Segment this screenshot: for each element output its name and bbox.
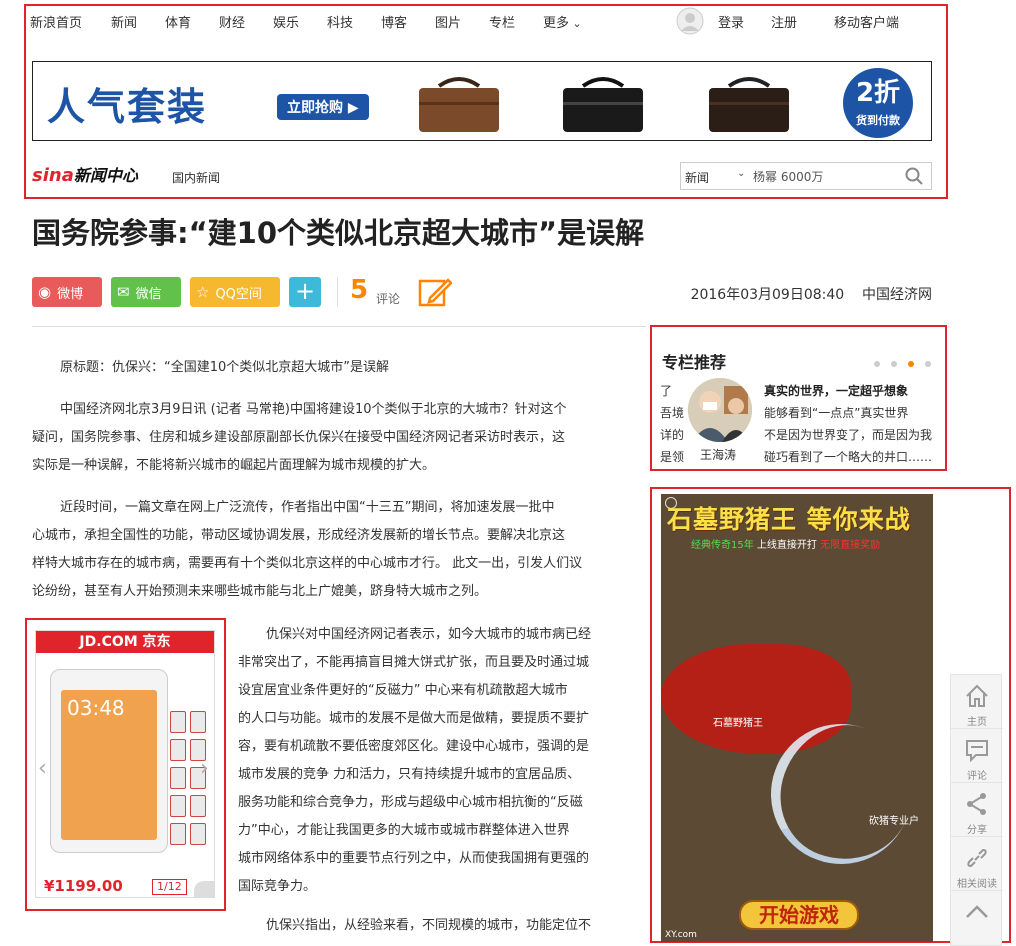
login-link[interactable]: 登录: [718, 12, 744, 31]
share-weibo-button[interactable]: ◉ 微博: [32, 277, 102, 307]
game-ad-title: 石墓野猪王 等你来战: [667, 505, 911, 534]
phone-image: 03:48: [50, 669, 168, 853]
sina-news-logo[interactable]: sina新闻中心: [32, 162, 138, 186]
start-game-button[interactable]: 开始游戏: [739, 900, 859, 930]
channel-header: sina新闻中心 国内新闻 新闻 ⌄: [32, 160, 932, 192]
divider: [337, 277, 338, 307]
chevron-up-icon: [966, 905, 988, 918]
paragraph-2: 中国经济网北京3月9日讯 (记者 马常艳)中国将建设10个类似于北京的大城市？针…: [32, 402, 567, 473]
search-category-select[interactable]: 新闻: [685, 169, 709, 186]
share-wechat-button[interactable]: ✉ 微信: [111, 277, 181, 307]
share-qzone-button[interactable]: ☆ QQ空间: [190, 277, 280, 307]
bag-image-2: [563, 77, 643, 132]
jd-logo: JD.COM 京东: [36, 631, 214, 653]
user-avatar-icon[interactable]: [676, 7, 704, 39]
search-input[interactable]: [753, 167, 893, 185]
wechat-icon: ✉: [117, 283, 130, 301]
chevron-down-icon[interactable]: ⌄: [737, 168, 745, 179]
share-bar: ◉ 微博 ✉ 微信 ☆ QQ空间 + 5 评论 2016年03月09日08:40 中国…: [32, 275, 932, 312]
float-home-button[interactable]: 主页: [951, 675, 1003, 729]
float-share-button[interactable]: 分享: [951, 783, 1003, 837]
paragraph-3: 近段时间，一篇文章在网上广泛流传，作者指出中国“十三五”期间，将加速发展一批中 …: [32, 500, 583, 599]
game-ad[interactable]: 石墓野猪王 等你来战 经典传奇15年 上线直接开打 无限直接奖励 石墓野猪王 砍…: [661, 494, 933, 942]
float-comment-button[interactable]: 评论: [951, 729, 1003, 783]
link-icon: [967, 848, 987, 868]
jd-price: ¥1199.00: [44, 877, 123, 895]
monster-name-label: 石墓野猪王: [713, 718, 763, 729]
weibo-icon: ◉: [38, 283, 52, 301]
column-title: 专栏推荐: [662, 353, 727, 372]
share-icon: [967, 793, 986, 815]
nav-tech[interactable]: 科技: [327, 12, 353, 31]
banner-ad[interactable]: 人气套装 立即抢购 ▶ 2折 货到付款: [32, 61, 932, 141]
column-prev-fragment[interactable]: 了吾境 详的 是领: [660, 380, 686, 468]
comment-label[interactable]: 评论: [376, 290, 400, 307]
nav-photos[interactable]: 图片: [435, 12, 461, 31]
bag-image-1: [419, 77, 499, 132]
search-icon[interactable]: [905, 167, 923, 188]
ad-tag-icon: [194, 881, 214, 897]
nav-sports[interactable]: 体育: [165, 12, 191, 31]
mobile-client-link[interactable]: 移动客户端: [834, 12, 899, 31]
star-icon: ☆: [196, 283, 210, 301]
back-to-top-button[interactable]: [951, 891, 1003, 945]
breadcrumb[interactable]: 国内新闻: [172, 169, 220, 186]
paragraph-5: 仇保兴指出，从经验来看，不同规模的城市，功能定位不: [266, 918, 592, 933]
nav-ent[interactable]: 娱乐: [273, 12, 299, 31]
nav-columns[interactable]: 专栏: [489, 12, 515, 31]
banner-headline: 人气套装: [47, 85, 208, 129]
jd-ad[interactable]: JD.COM 京东 03:48 ‹ › ¥1199.00 1/12: [35, 630, 215, 898]
bag-image-3: [709, 77, 789, 132]
nav-sina-home[interactable]: 新浪首页: [30, 12, 82, 31]
player-name-label: 砍猪专业户: [869, 816, 919, 827]
carousel-dot[interactable]: [874, 361, 880, 367]
author-avatar[interactable]: [688, 378, 752, 442]
discount-badge: 2折 货到付款: [843, 68, 913, 138]
carousel-dots: [874, 352, 942, 371]
edit-comment-icon[interactable]: [418, 276, 453, 312]
more-share-button[interactable]: +: [289, 277, 321, 307]
carousel-prev-icon[interactable]: ‹: [38, 756, 47, 781]
nav-more[interactable]: 更多: [543, 12, 582, 31]
float-toolbar: 主页 评论 分享 相关阅读: [950, 674, 1003, 946]
carousel-dot[interactable]: [891, 361, 897, 367]
news-source[interactable]: 中国经济网: [862, 287, 932, 303]
paragraph-4: 仇保兴对中国经济网记者表示，如今大城市的城市病已经 非常突出了，不能再搞盲目摊大…: [238, 627, 592, 894]
nav-blog[interactable]: 博客: [381, 12, 407, 31]
register-link[interactable]: 注册: [771, 12, 797, 31]
carousel-dot[interactable]: [925, 361, 931, 367]
comment-count[interactable]: 5: [350, 275, 368, 305]
author-name[interactable]: 王海涛: [700, 446, 736, 463]
search-box: 新闻 ⌄: [680, 162, 932, 190]
column-excerpt[interactable]: 真实的世界，一定超乎想象 能够看到“一点点”真实世界 不是因为世界变了，而是因为…: [764, 380, 934, 468]
comment-icon: [966, 740, 988, 763]
game-ad-subtitle: 经典传奇15年 上线直接开打 无限直接奖励: [691, 540, 881, 551]
phone-clock: 03:48: [67, 696, 125, 720]
nav-finance[interactable]: 财经: [219, 12, 245, 31]
article-title: 国务院参事:“建10个类似北京超大城市”是误解: [32, 216, 645, 250]
float-related-button[interactable]: 相关阅读: [951, 837, 1003, 891]
carousel-next-icon[interactable]: ›: [200, 756, 209, 781]
divider-line: [32, 326, 646, 327]
publish-date: 2016年03月09日08:40: [690, 287, 845, 303]
nav-news[interactable]: 新闻: [111, 12, 137, 31]
home-icon: [966, 684, 988, 707]
date-source: 2016年03月09日08:40 中国经济网: [691, 284, 932, 304]
mahjong-tiles-image: [170, 711, 214, 851]
carousel-dot-active[interactable]: [908, 361, 914, 367]
jd-page-indicator: 1/12: [152, 879, 187, 895]
banner-cta-button[interactable]: 立即抢购 ▶: [277, 94, 369, 120]
game-site-label: XY.com: [665, 930, 697, 940]
paragraph-1: 原标题：仇保兴：“全国建10个类似北京超大城市”是误解: [60, 360, 390, 375]
top-navigation: 新浪首页 新闻 体育 财经 娱乐 科技 博客 图片 专栏 更多 登录 注册 移动…: [30, 7, 950, 35]
